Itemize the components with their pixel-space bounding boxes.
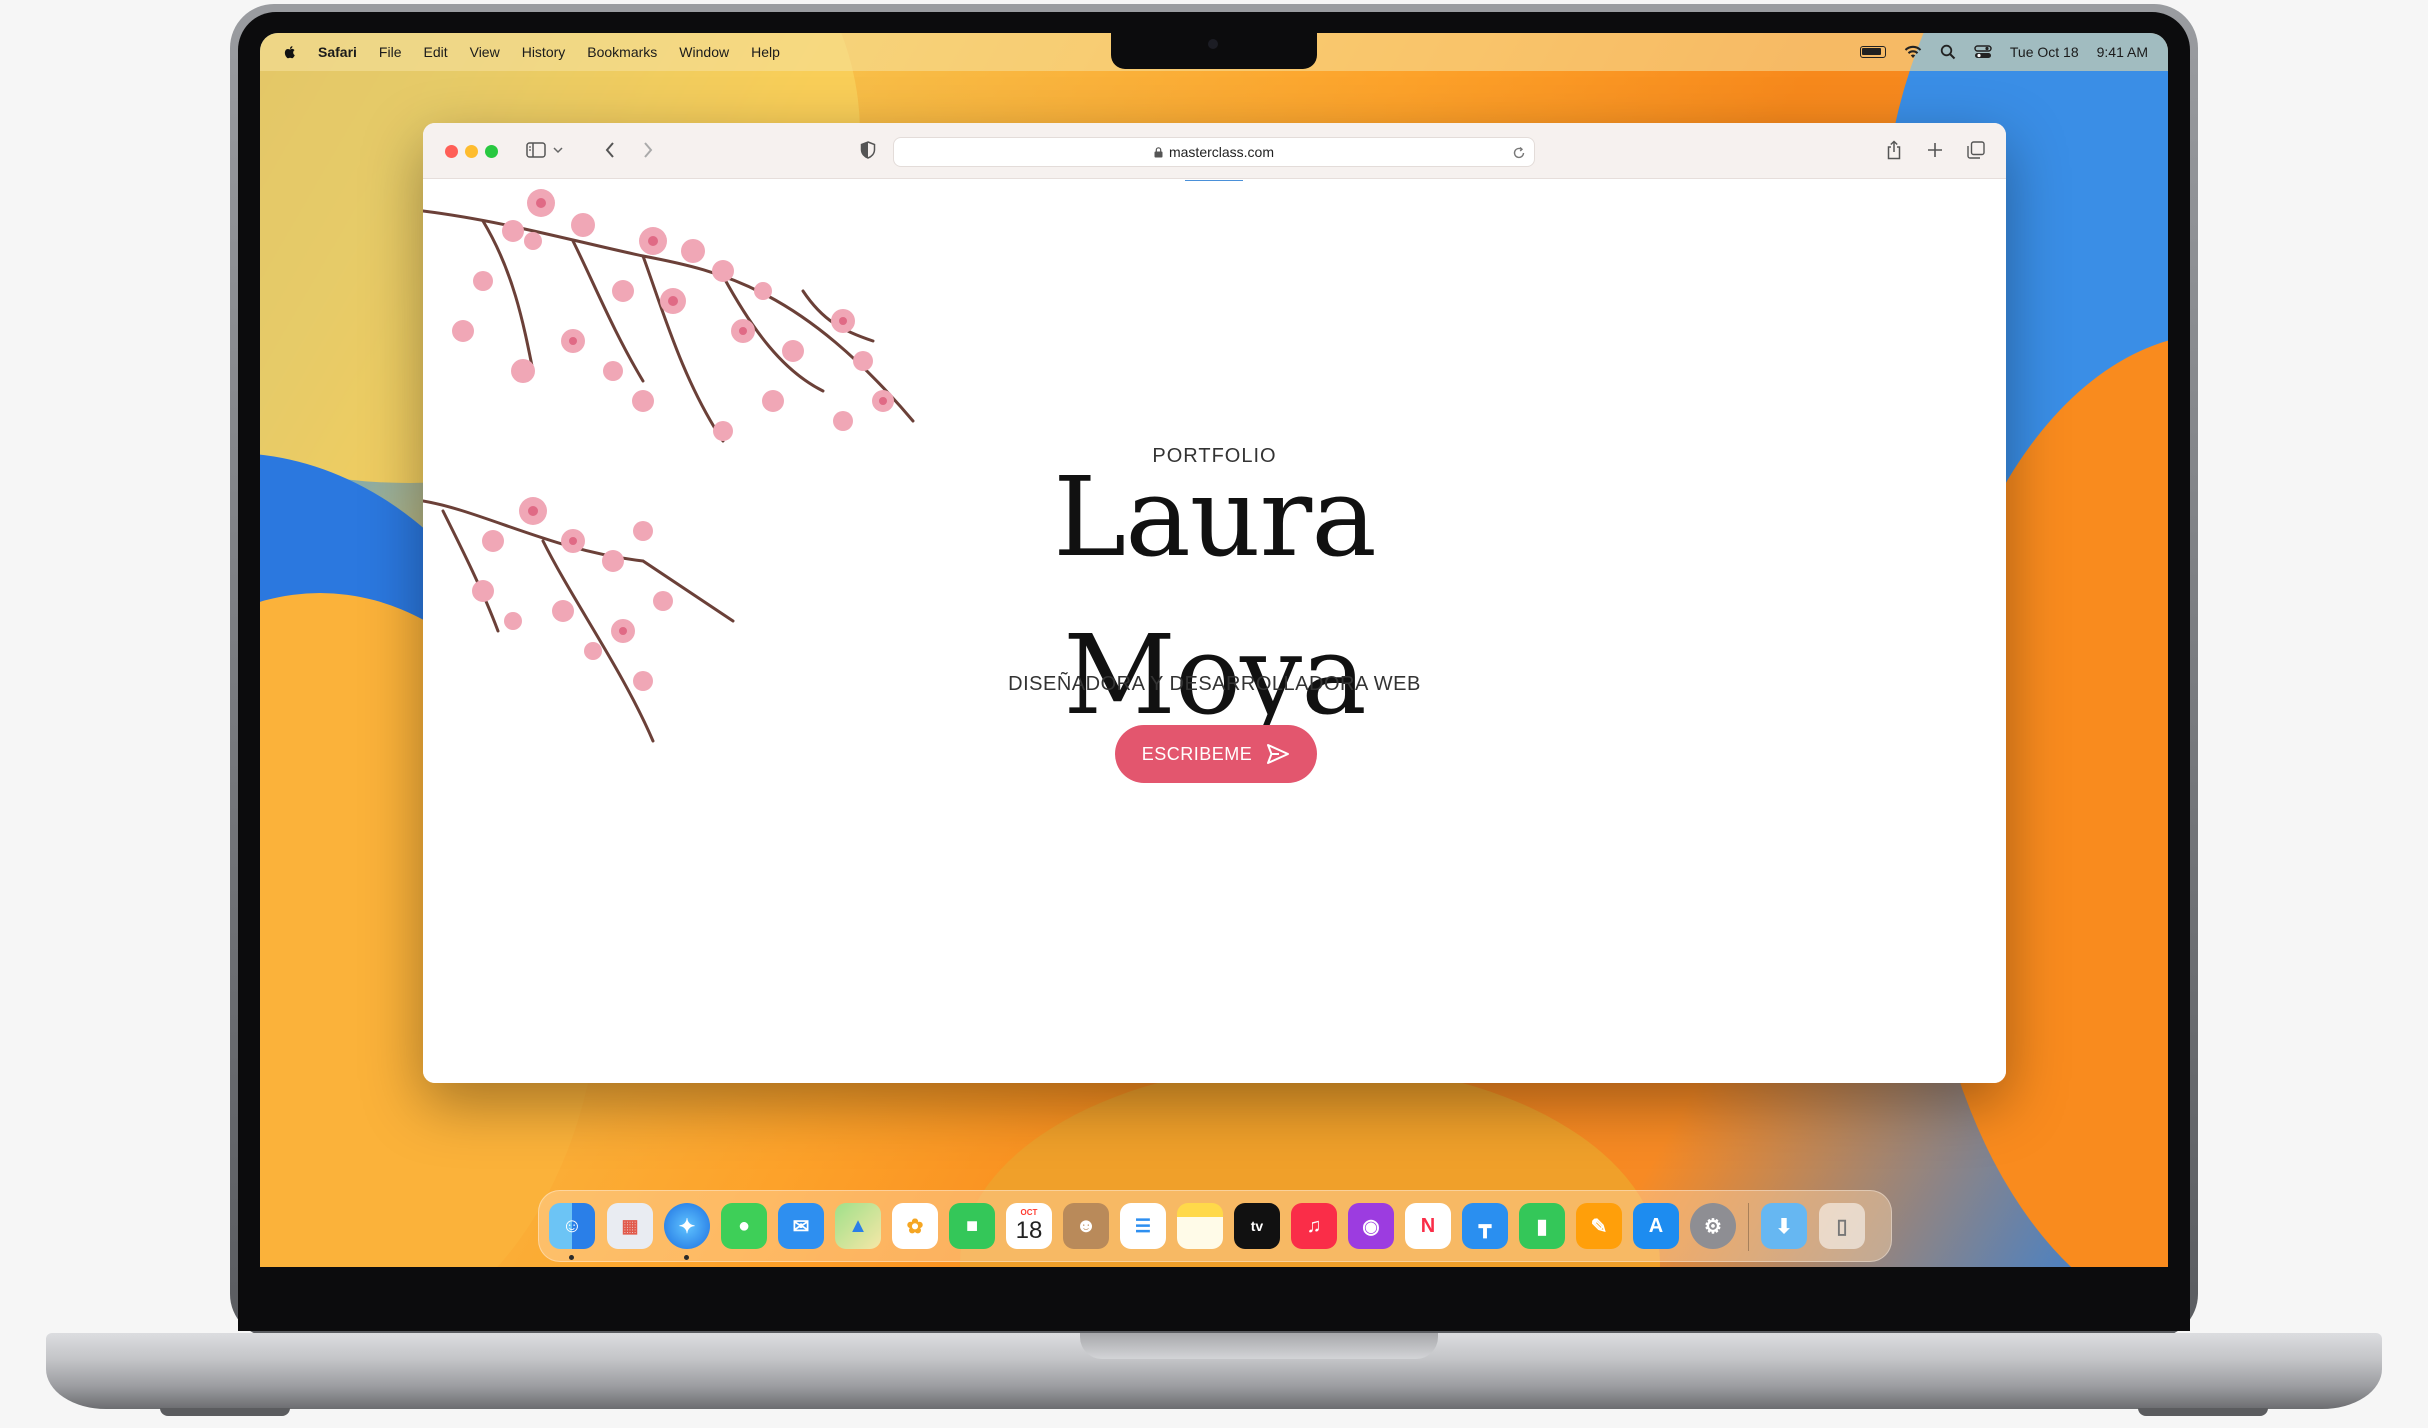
menu-app-name[interactable]: Safari <box>318 44 357 60</box>
address-bar[interactable]: masterclass.com <box>893 137 1535 167</box>
menu-time[interactable]: 9:41 AM <box>2097 44 2148 60</box>
dock-news-icon[interactable]: N <box>1405 1203 1451 1249</box>
laptop-foot <box>160 1408 290 1416</box>
dock-app-store-icon[interactable]: A <box>1633 1203 1679 1249</box>
dock-finder-icon[interactable]: ☺ <box>549 1203 595 1249</box>
dock-contacts-icon[interactable]: ☻ <box>1063 1203 1109 1249</box>
dock-reminders-icon[interactable]: ☰ <box>1120 1203 1166 1249</box>
dock-notes-icon[interactable] <box>1177 1203 1223 1249</box>
laptop-foot <box>2138 1408 2268 1416</box>
menu-history[interactable]: History <box>522 44 566 60</box>
url-text: masterclass.com <box>1168 144 1275 160</box>
chevron-left-icon <box>605 142 614 158</box>
chevron-right-icon <box>644 142 653 158</box>
laptop-base <box>46 1333 2382 1409</box>
zoom-window-button[interactable] <box>485 145 498 158</box>
menu-bookmarks[interactable]: Bookmarks <box>587 44 657 60</box>
sidebar-icon <box>526 142 546 158</box>
forward-button[interactable] <box>635 137 661 163</box>
dock-facetime-icon[interactable]: ■ <box>949 1203 995 1249</box>
macbook-photo: Safari File Edit View History Bookmarks … <box>0 0 2428 1428</box>
screen-notch <box>1111 33 1317 69</box>
dock-tv-icon[interactable]: tv <box>1234 1203 1280 1249</box>
dock-safari-icon[interactable]: ✦ <box>664 1203 710 1249</box>
first-name-heading: Laura <box>1053 453 1377 581</box>
calendar-day: 18 <box>1015 1217 1043 1244</box>
dock-pages-icon[interactable]: ✎ <box>1576 1203 1622 1249</box>
battery-icon[interactable] <box>1859 46 1886 58</box>
dock-numbers-icon[interactable]: ▮ <box>1519 1203 1565 1249</box>
share-button[interactable] <box>1881 137 1907 163</box>
tab-group-menu-button[interactable] <box>545 137 571 163</box>
dock-launchpad-icon[interactable]: ▦ <box>607 1203 653 1249</box>
menu-date[interactable]: Tue Oct 18 <box>2010 44 2079 60</box>
contact-button-label: ESCRIBEME <box>1141 743 1253 764</box>
menu-view[interactable]: View <box>470 44 500 60</box>
spotlight-search-icon[interactable] <box>1940 44 1956 60</box>
menu-help[interactable]: Help <box>751 44 780 60</box>
dock: ☺ ▦ ✦ ● ✉ ▲ ✿ ■ OCT 18 ☻ ☰ tv ♫ ◉ N ┳ ▮ <box>538 1190 1892 1262</box>
running-indicator <box>569 1255 574 1260</box>
camera-icon <box>1208 39 1218 49</box>
dock-mail-icon[interactable]: ✉ <box>778 1203 824 1249</box>
safari-window: masterclass.com PORTFOLIO Laura Moya DIS… <box>423 123 2006 1083</box>
minimize-window-button[interactable] <box>465 145 478 158</box>
apple-logo-icon[interactable] <box>282 44 298 60</box>
menu-edit[interactable]: Edit <box>423 44 447 60</box>
chevron-down-icon <box>553 147 563 154</box>
privacy-report-button[interactable] <box>855 137 881 163</box>
status-area: Tue Oct 18 9:41 AM <box>1859 33 2148 71</box>
share-icon <box>1887 140 1901 160</box>
dock-trash-icon[interactable]: ▯ <box>1819 1203 1865 1249</box>
lock-icon <box>1154 146 1163 157</box>
dock-messages-icon[interactable]: ● <box>721 1203 767 1249</box>
menu-window[interactable]: Window <box>679 44 729 60</box>
dock-system-settings-icon[interactable]: ⚙ <box>1690 1203 1736 1249</box>
lid-opening-notch <box>1080 1333 1438 1359</box>
safari-toolbar: masterclass.com <box>423 123 2006 179</box>
contact-button[interactable]: ESCRIBEME <box>1115 725 1317 783</box>
dock-music-icon[interactable]: ♫ <box>1291 1203 1337 1249</box>
menu-file[interactable]: File <box>379 44 402 60</box>
tab-overview-icon <box>1967 141 1985 159</box>
control-center-icon[interactable] <box>1974 44 1992 60</box>
reload-icon[interactable] <box>1512 146 1526 160</box>
dock-downloads-icon[interactable]: ⬇ <box>1761 1203 1807 1249</box>
role-subtitle: DISEÑADORA Y DESARROLLADORA WEB <box>1008 673 1421 695</box>
dock-keynote-icon[interactable]: ┳ <box>1462 1203 1508 1249</box>
dock-calendar-icon[interactable]: OCT 18 <box>1006 1203 1052 1249</box>
dock-separator <box>1748 1203 1749 1251</box>
tv-label: tv <box>1250 1218 1264 1234</box>
plus-icon <box>1928 143 1942 157</box>
wifi-icon[interactable] <box>1904 45 1922 59</box>
dock-podcasts-icon[interactable]: ◉ <box>1348 1203 1394 1249</box>
dock-maps-icon[interactable]: ▲ <box>835 1203 881 1249</box>
back-button[interactable] <box>597 137 623 163</box>
send-icon <box>1267 744 1290 764</box>
running-indicator <box>684 1255 689 1260</box>
new-tab-button[interactable] <box>1922 137 1948 163</box>
shield-icon <box>860 141 876 159</box>
web-page: PORTFOLIO Laura Moya DISEÑADORA Y DESARR… <box>423 181 2006 1083</box>
close-window-button[interactable] <box>445 145 458 158</box>
tab-overview-button[interactable] <box>1963 137 1989 163</box>
screen-chin <box>238 1267 2190 1331</box>
dock-photos-icon[interactable]: ✿ <box>892 1203 938 1249</box>
desktop-screen: Safari File Edit View History Bookmarks … <box>260 33 2168 1267</box>
